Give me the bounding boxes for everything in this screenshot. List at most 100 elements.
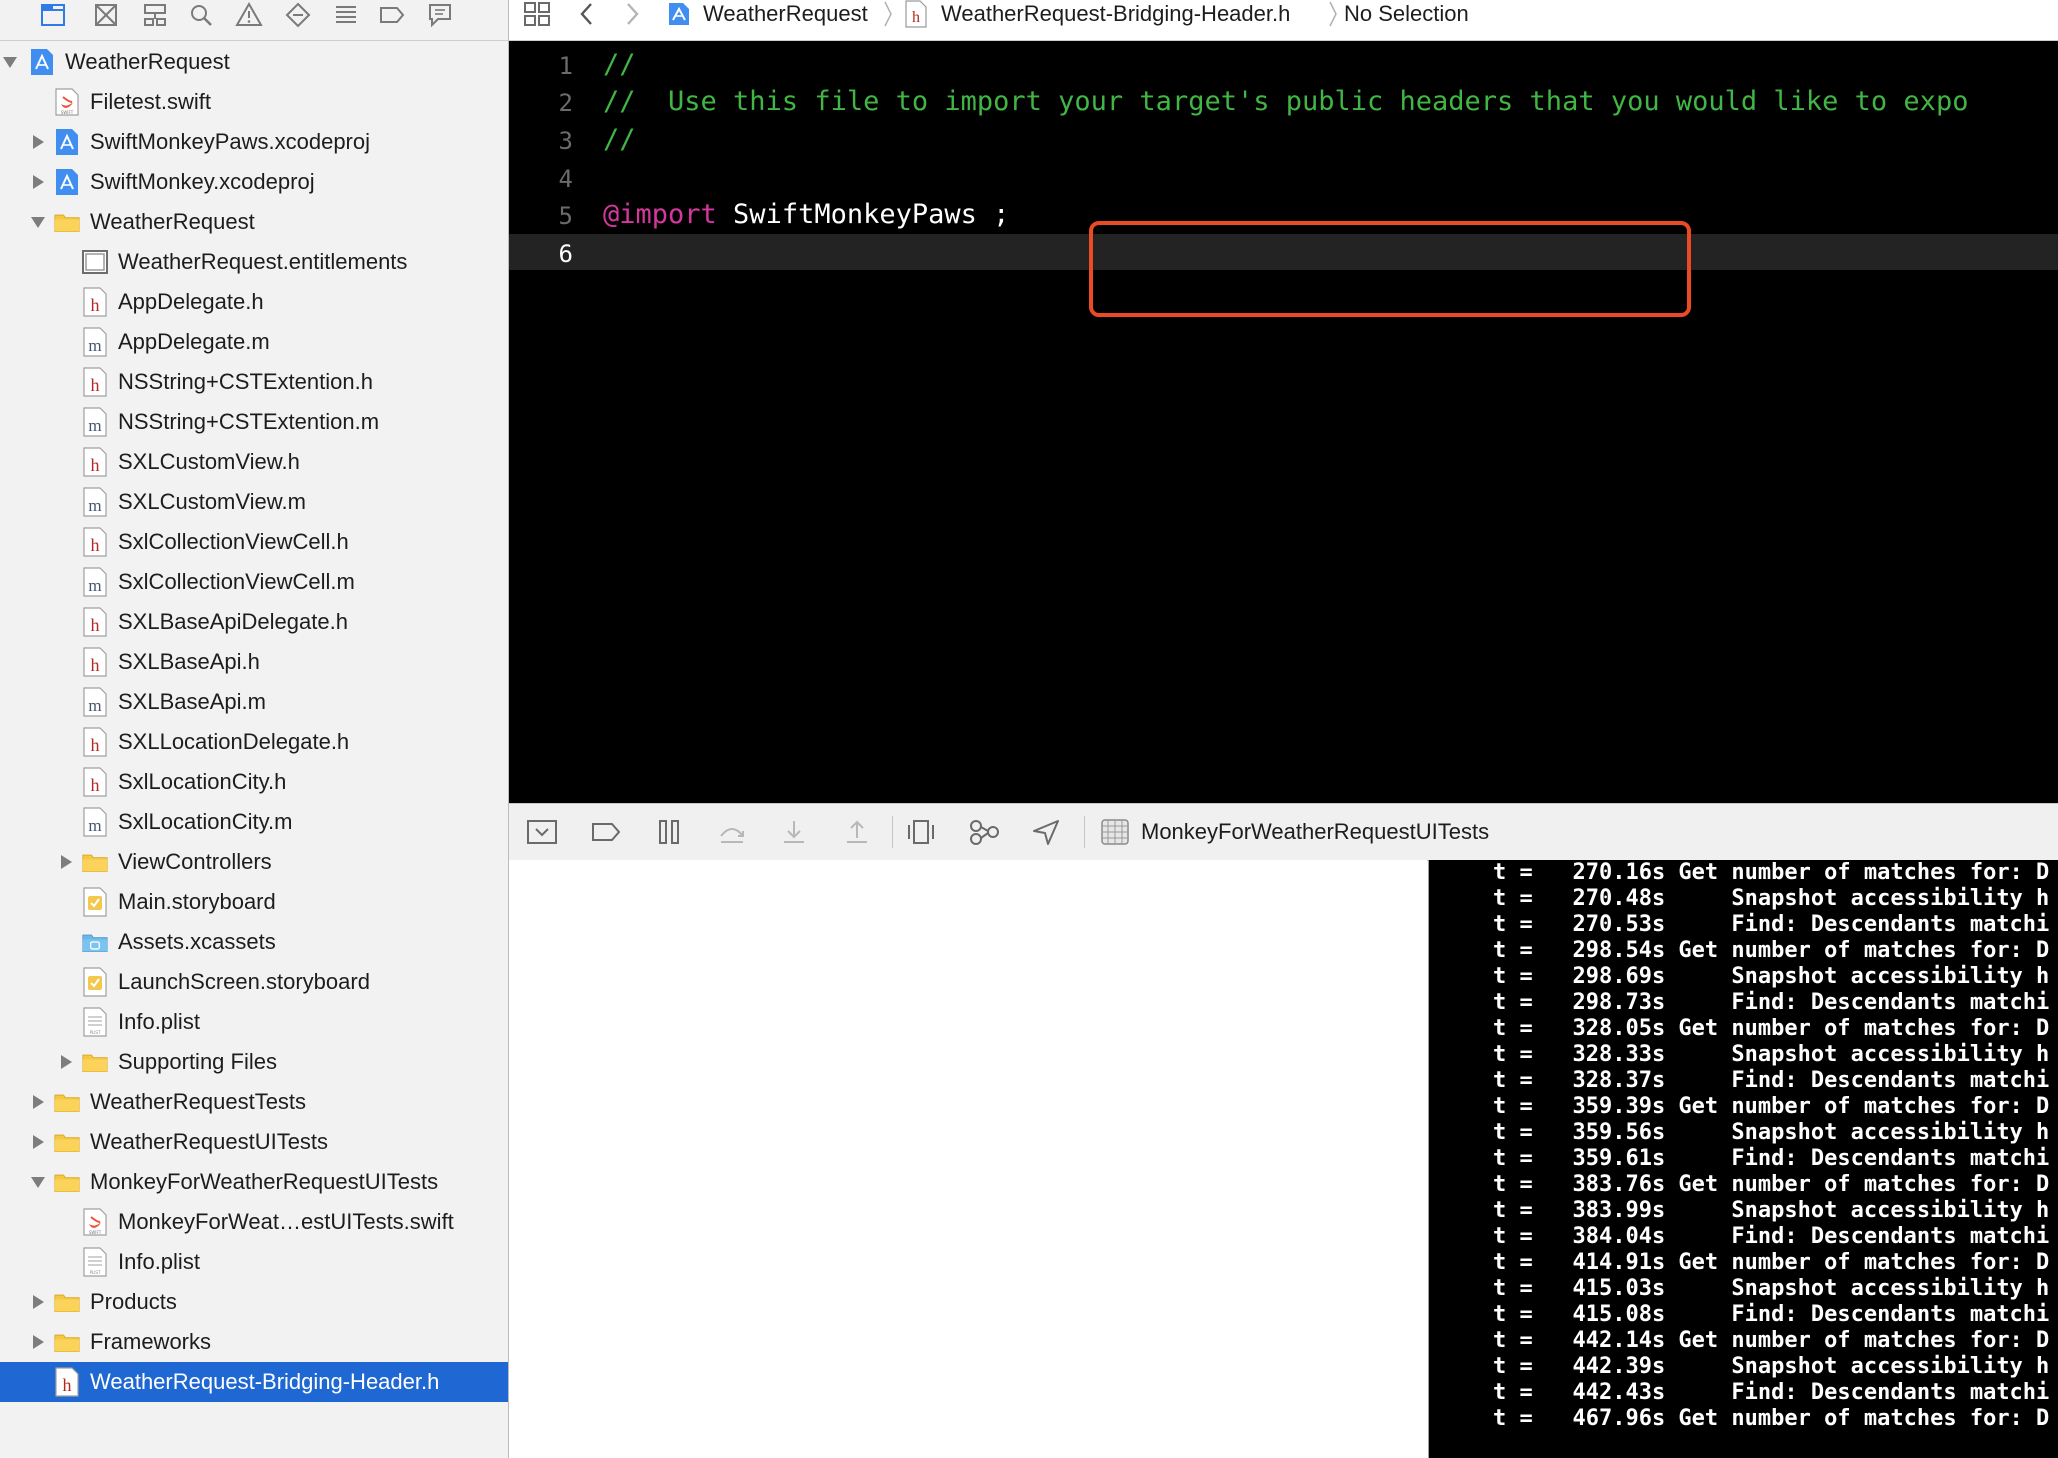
disclosure-open-icon[interactable] xyxy=(0,52,20,72)
issue-icon[interactable] xyxy=(234,0,264,30)
jumpbar-project-crumb[interactable]: WeatherRequest xyxy=(667,0,868,28)
jumpbar-project-label: WeatherRequest xyxy=(703,1,868,26)
svg-text:SWIFT: SWIFT xyxy=(89,1230,102,1235)
disclosure-closed-icon[interactable] xyxy=(28,1292,48,1312)
project-navigator-icon[interactable] xyxy=(38,0,68,30)
tree-row[interactable]: SwiftMonkeyPaws.xcodeproj xyxy=(0,122,508,162)
tree-row-label: SxlLocationCity.m xyxy=(118,809,293,834)
breakpoint-icon[interactable] xyxy=(377,0,407,30)
related-items-icon[interactable] xyxy=(523,0,551,28)
tree-row[interactable]: WeatherRequest.entitlements xyxy=(0,242,508,282)
tree-row[interactable]: LaunchScreen.storyboard xyxy=(0,962,508,1002)
thread-target-icon[interactable] xyxy=(1098,817,1132,847)
tree-row[interactable]: WeatherRequestTests xyxy=(0,1082,508,1122)
breakpoints-toggle-icon[interactable] xyxy=(589,817,623,847)
annotation-highlight-box xyxy=(1089,221,1691,317)
tree-row[interactable]: h AppDelegate.h xyxy=(0,282,508,322)
console-line: t = 298.54s Get number of matches for: D xyxy=(1493,938,2050,963)
tree-row[interactable]: Assets.xcassets xyxy=(0,922,508,962)
variables-view[interactable] xyxy=(509,860,1427,1458)
svg-text:m: m xyxy=(88,576,101,595)
tree-row[interactable]: m SXLCustomView.m xyxy=(0,482,508,522)
tree-row[interactable]: SWIFT MonkeyForWeat…estUITests.swift xyxy=(0,1202,508,1242)
code-line: // xyxy=(603,49,636,80)
disclosure-closed-icon[interactable] xyxy=(28,1332,48,1352)
source-control-icon[interactable] xyxy=(91,0,121,30)
test-icon[interactable] xyxy=(283,0,313,30)
step-into-icon[interactable] xyxy=(777,817,811,847)
code-comment: // xyxy=(603,124,636,155)
objc-source-icon: m xyxy=(82,407,108,437)
disclosure-open-icon[interactable] xyxy=(28,1172,48,1192)
tree-row[interactable]: WeatherRequest xyxy=(0,42,508,82)
tree-row[interactable]: Main.storyboard xyxy=(0,882,508,922)
tree-row[interactable]: h SxlCollectionViewCell.h xyxy=(0,522,508,562)
report-icon[interactable] xyxy=(425,0,455,30)
console-line: t = 328.05s Get number of matches for: D xyxy=(1493,1016,2050,1041)
symbol-navigator-icon[interactable] xyxy=(140,0,170,30)
forward-arrow-icon[interactable] xyxy=(624,0,640,28)
simulate-location-icon[interactable] xyxy=(1029,817,1063,847)
console-line: t = 328.33s Snapshot accessibility h xyxy=(1493,1042,2050,1067)
svg-text:h: h xyxy=(91,535,100,555)
tree-row[interactable]: h SXLLocationDelegate.h xyxy=(0,722,508,762)
tree-row[interactable]: Supporting Files xyxy=(0,1042,508,1082)
tree-row[interactable]: h WeatherRequest-Bridging-Header.h xyxy=(0,1362,508,1402)
jumpbar-file-crumb[interactable]: h WeatherRequest-Bridging-Header.h xyxy=(905,0,1290,28)
tree-row[interactable]: PLIST Info.plist xyxy=(0,1002,508,1042)
disclosure-closed-icon[interactable] xyxy=(56,1052,76,1072)
tree-row[interactable]: h SXLCustomView.h xyxy=(0,442,508,482)
tree-row[interactable]: SwiftMonkey.xcodeproj xyxy=(0,162,508,202)
tree-row[interactable]: m NSString+CSTExtention.m xyxy=(0,402,508,442)
tree-row[interactable]: Products xyxy=(0,1282,508,1322)
tree-row[interactable]: PLIST Info.plist xyxy=(0,1242,508,1282)
back-arrow-icon[interactable] xyxy=(579,0,595,28)
header-file-icon: h xyxy=(82,767,108,797)
source-editor[interactable]: 1 // 2 // Use this file to import your targ… xyxy=(509,41,2058,803)
disclosure-closed-icon[interactable] xyxy=(28,172,48,192)
disclosure-closed-icon[interactable] xyxy=(56,852,76,872)
step-over-icon[interactable] xyxy=(715,817,749,847)
console-output[interactable]: t = 270.16s Get number of matches for: D… xyxy=(1428,860,2058,1458)
disclosure-closed-icon[interactable] xyxy=(28,132,48,152)
tree-row-label: Main.storyboard xyxy=(118,889,276,914)
tree-row[interactable]: h NSString+CSTExtention.h xyxy=(0,362,508,402)
tree-row[interactable]: m AppDelegate.m xyxy=(0,322,508,362)
tree-row[interactable]: WeatherRequestUITests xyxy=(0,1122,508,1162)
memory-graph-icon[interactable] xyxy=(967,817,1001,847)
debug-target-label[interactable]: MonkeyForWeatherRequestUITests xyxy=(1141,817,1489,847)
xcodeproj-icon xyxy=(667,1,691,27)
svg-text:h: h xyxy=(91,375,100,395)
plist-icon: PLIST xyxy=(82,1007,108,1037)
pause-icon[interactable] xyxy=(652,817,686,847)
tree-row[interactable]: ViewControllers xyxy=(0,842,508,882)
tree-row[interactable]: Frameworks xyxy=(0,1322,508,1362)
jumpbar-selection-crumb[interactable]: No Selection xyxy=(1344,0,1469,28)
disclosure-closed-icon[interactable] xyxy=(28,1132,48,1152)
disclosure-closed-icon[interactable] xyxy=(28,1092,48,1112)
step-out-icon[interactable] xyxy=(840,817,874,847)
console-line: t = 383.76s Get number of matches for: D xyxy=(1493,1172,2050,1197)
tree-row[interactable]: SWIFT Filetest.swift xyxy=(0,82,508,122)
tree-row[interactable]: h SxlLocationCity.h xyxy=(0,762,508,802)
folder-icon xyxy=(54,207,80,237)
console-line: t = 415.08s Find: Descendants matchi xyxy=(1493,1302,2050,1327)
find-icon[interactable] xyxy=(186,0,216,30)
tree-row[interactable]: WeatherRequest xyxy=(0,202,508,242)
tree-row[interactable]: m SxlCollectionViewCell.m xyxy=(0,562,508,602)
disclosure-open-icon[interactable] xyxy=(28,212,48,232)
tree-row[interactable]: m SxlLocationCity.m xyxy=(0,802,508,842)
jump-bar: WeatherRequest h WeatherRequest-Bridging… xyxy=(509,0,2058,41)
tree-row-label: LaunchScreen.storyboard xyxy=(118,969,370,994)
tree-row[interactable]: h SXLBaseApiDelegate.h xyxy=(0,602,508,642)
line-number: 6 xyxy=(558,240,573,268)
console-line: t = 414.91s Get number of matches for: D xyxy=(1493,1250,2050,1275)
tree-row[interactable]: m SXLBaseApi.m xyxy=(0,682,508,722)
debug-icon[interactable] xyxy=(331,0,361,30)
tree-row-label: Frameworks xyxy=(90,1329,212,1354)
console-line: t = 467.96s Get number of matches for: D xyxy=(1493,1406,2050,1431)
tree-row[interactable]: h SXLBaseApi.h xyxy=(0,642,508,682)
view-debugger-icon[interactable] xyxy=(904,817,938,847)
hide-debug-area-icon[interactable] xyxy=(525,817,559,847)
tree-row[interactable]: MonkeyForWeatherRequestUITests xyxy=(0,1162,508,1202)
